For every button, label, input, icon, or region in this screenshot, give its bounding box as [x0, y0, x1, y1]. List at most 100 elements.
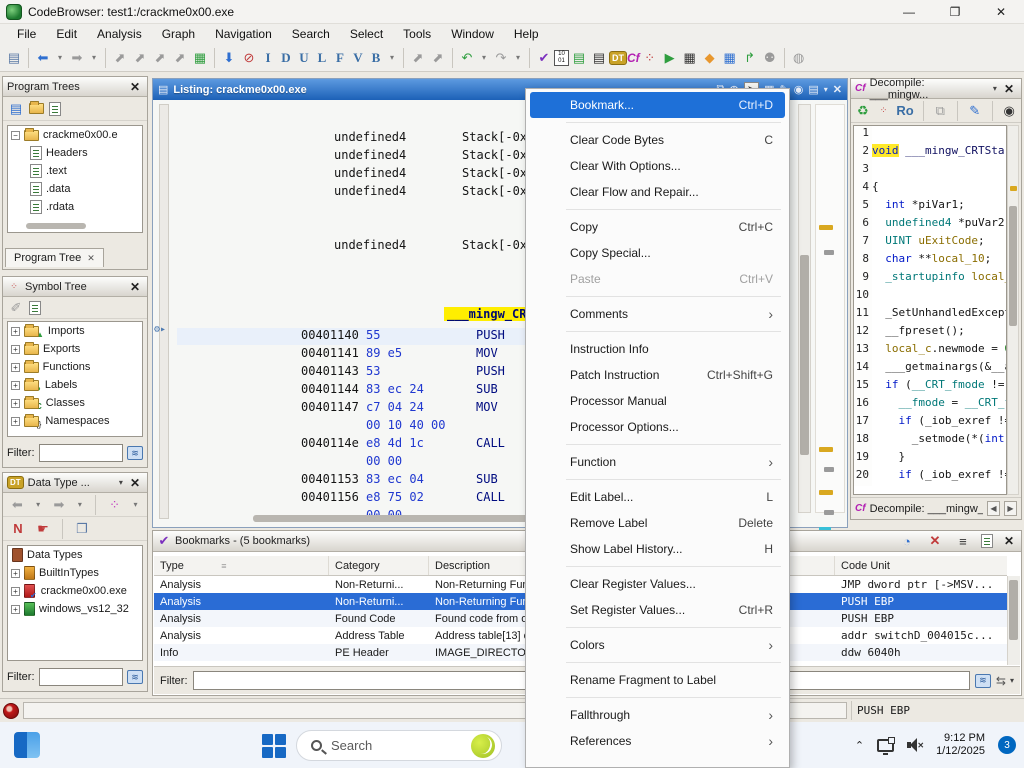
listing-left-margin[interactable] [159, 104, 169, 519]
program-tree-tab[interactable]: Program Tree ✕ [5, 248, 104, 267]
menu-item-set-register-values[interactable]: Set Register Values...Ctrl+R [530, 597, 785, 623]
undefine-button[interactable]: U [295, 48, 313, 68]
menu-file[interactable]: File [8, 25, 45, 43]
forward-icon[interactable]: ➡ [67, 48, 87, 68]
decompiler-close-icon[interactable]: ✕ [1001, 82, 1017, 96]
menu-item-copy-special[interactable]: Copy Special... [530, 240, 785, 266]
expand-icon[interactable]: + [11, 345, 20, 354]
menu-window[interactable]: Window [442, 25, 503, 43]
bookmark-letter-button[interactable]: B [367, 48, 385, 68]
diamond-icon[interactable]: ◆ [700, 48, 720, 68]
export-tree-icon[interactable] [49, 102, 61, 116]
search-box[interactable]: Search [296, 730, 502, 761]
menu-item-processor-manual[interactable]: Processor Manual [530, 388, 785, 414]
bookmark-caret-icon[interactable]: ▾ [385, 48, 399, 68]
notification-badge[interactable]: 3 [998, 736, 1016, 754]
symbol-filter-input[interactable] [39, 444, 124, 462]
dt-node-windows[interactable]: + windows_vs12_32 [8, 600, 142, 618]
defined-data-icon[interactable]: ▤ [589, 48, 609, 68]
dec-copy-icon[interactable]: ⧉ [932, 101, 948, 121]
menu-item-clear-with-options[interactable]: Clear With Options... [530, 153, 785, 179]
collapse-icon[interactable]: − [11, 131, 20, 140]
start-button[interactable] [262, 734, 286, 758]
expand-icon[interactable]: + [11, 587, 20, 596]
listing-snapshot-icon[interactable]: ◉ [794, 83, 804, 96]
filter-options-icon[interactable]: ≋ [127, 446, 143, 460]
menu-item-remove-label[interactable]: Remove LabelDelete [530, 510, 785, 536]
symbol-node-labels[interactable]: + ● Labels [8, 376, 142, 394]
select-rows-icon[interactable]: ≡ [953, 531, 973, 551]
dec-edit-icon[interactable]: ✎ [967, 101, 983, 121]
menu-item-clear-code-bytes[interactable]: Clear Code BytesC [530, 127, 785, 153]
memory-map-icon[interactable]: ▦ [190, 48, 210, 68]
symbol-node-imports[interactable]: + ▲ Imports [8, 322, 142, 340]
graph-view-icon[interactable]: ⁘ [876, 101, 892, 121]
menu-analysis[interactable]: Analysis [88, 25, 151, 43]
column-code-unit[interactable]: Code Unit [835, 556, 1007, 575]
maximize-button[interactable]: ❐ [932, 0, 978, 24]
expand-icon[interactable]: + [11, 417, 20, 426]
menu-select[interactable]: Select [341, 25, 392, 43]
undo-caret-icon[interactable]: ▾ [477, 48, 491, 68]
listing-book-icon[interactable]: ▤ [808, 83, 818, 96]
expand-icon[interactable]: + [11, 363, 20, 372]
menu-item-fallthrough[interactable]: Fallthrough› [530, 702, 785, 728]
nav-out2-icon[interactable]: ⬈ [130, 48, 150, 68]
expand-icon[interactable]: + [11, 569, 20, 578]
run-icon[interactable]: ▶ [660, 48, 680, 68]
minimize-button[interactable]: — [886, 0, 932, 24]
dec-snapshot-icon[interactable]: ◉ [1001, 101, 1017, 121]
data-button[interactable]: D [277, 48, 295, 68]
symbol-node-classes[interactable]: + C Classes [8, 394, 142, 412]
menu-tools[interactable]: Tools [394, 25, 440, 43]
decompiled-code[interactable]: 1 2void ___mingw_CRTStart 3 4{ 5 int *pi… [853, 125, 1007, 495]
listing-caret-icon[interactable]: ▾ [824, 85, 828, 94]
go-down-icon[interactable]: ⬇ [219, 48, 239, 68]
close-button[interactable]: ✕ [978, 0, 1024, 24]
memory-chip-icon[interactable]: ▦ [680, 48, 700, 68]
instruction-button[interactable]: I [259, 48, 277, 68]
symbol-tree-close-icon[interactable]: ✕ [127, 280, 143, 294]
undo-icon[interactable]: ↶ [457, 48, 477, 68]
listing-vscrollbar[interactable] [798, 104, 811, 513]
tab-close-icon[interactable]: ✕ [87, 253, 95, 264]
people-icon[interactable]: ⚉ [760, 48, 780, 68]
expand-icon[interactable]: + [11, 605, 20, 614]
decompiler-vscrollbar[interactable] [1007, 125, 1019, 495]
preview-window-icon[interactable]: ❐ [72, 519, 92, 539]
menu-search[interactable]: Search [283, 25, 339, 43]
nav-out1-icon[interactable]: ⬈ [110, 48, 130, 68]
bookmark-filter-icon[interactable]: ◔ [897, 531, 917, 551]
variable-button[interactable]: V [349, 48, 367, 68]
decompiler-caret-icon[interactable]: ▾ [993, 84, 997, 93]
dt-node-program[interactable]: + ✔ crackme0x00.exe [8, 582, 142, 600]
menu-item-colors[interactable]: Colors› [530, 632, 785, 658]
entry-point-label[interactable]: ___mingw_CR [444, 307, 529, 321]
menu-item-references[interactable]: References› [530, 728, 785, 754]
conflict-caret-icon[interactable]: ▾ [129, 495, 142, 515]
listing-close-icon[interactable]: ✕ [833, 83, 842, 96]
data-types-close-icon[interactable]: ✕ [127, 476, 143, 490]
menu-item-function[interactable]: Function› [530, 449, 785, 475]
menu-edit[interactable]: Edit [47, 25, 86, 43]
tree-node-rdata[interactable]: .rdata [8, 198, 142, 216]
new-tree-icon[interactable]: ▤ [8, 99, 24, 119]
menu-item-clear-register-values[interactable]: Clear Register Values... [530, 571, 785, 597]
bytes-view-icon[interactable]: 1001 [554, 50, 569, 66]
tray-chevron-icon[interactable]: ⌃ [855, 739, 864, 752]
expand-icon[interactable]: + [11, 327, 20, 336]
export-bookmarks-icon[interactable] [981, 534, 993, 548]
menu-item-bookmark[interactable]: Bookmark...Ctrl+D [530, 92, 785, 118]
column-settings-icon[interactable]: ⇆ [996, 674, 1005, 688]
save-icon[interactable]: ▤ [4, 48, 24, 68]
menu-graph[interactable]: Graph [153, 25, 204, 43]
open-folder-icon[interactable] [29, 103, 44, 114]
menu-item-show-label-history[interactable]: Show Label History...H [530, 536, 785, 562]
filter-options-icon[interactable]: ≋ [127, 670, 143, 684]
column-category[interactable]: Category [329, 556, 429, 575]
menu-item-comments[interactable]: Comments› [530, 301, 785, 327]
delete-bookmark-icon[interactable]: ✕ [925, 531, 945, 551]
menu-item-processor-options[interactable]: Processor Options... [530, 414, 785, 440]
forward-caret-icon[interactable]: ▾ [87, 48, 101, 68]
volume-muted-icon[interactable]: ✕ [907, 738, 923, 752]
